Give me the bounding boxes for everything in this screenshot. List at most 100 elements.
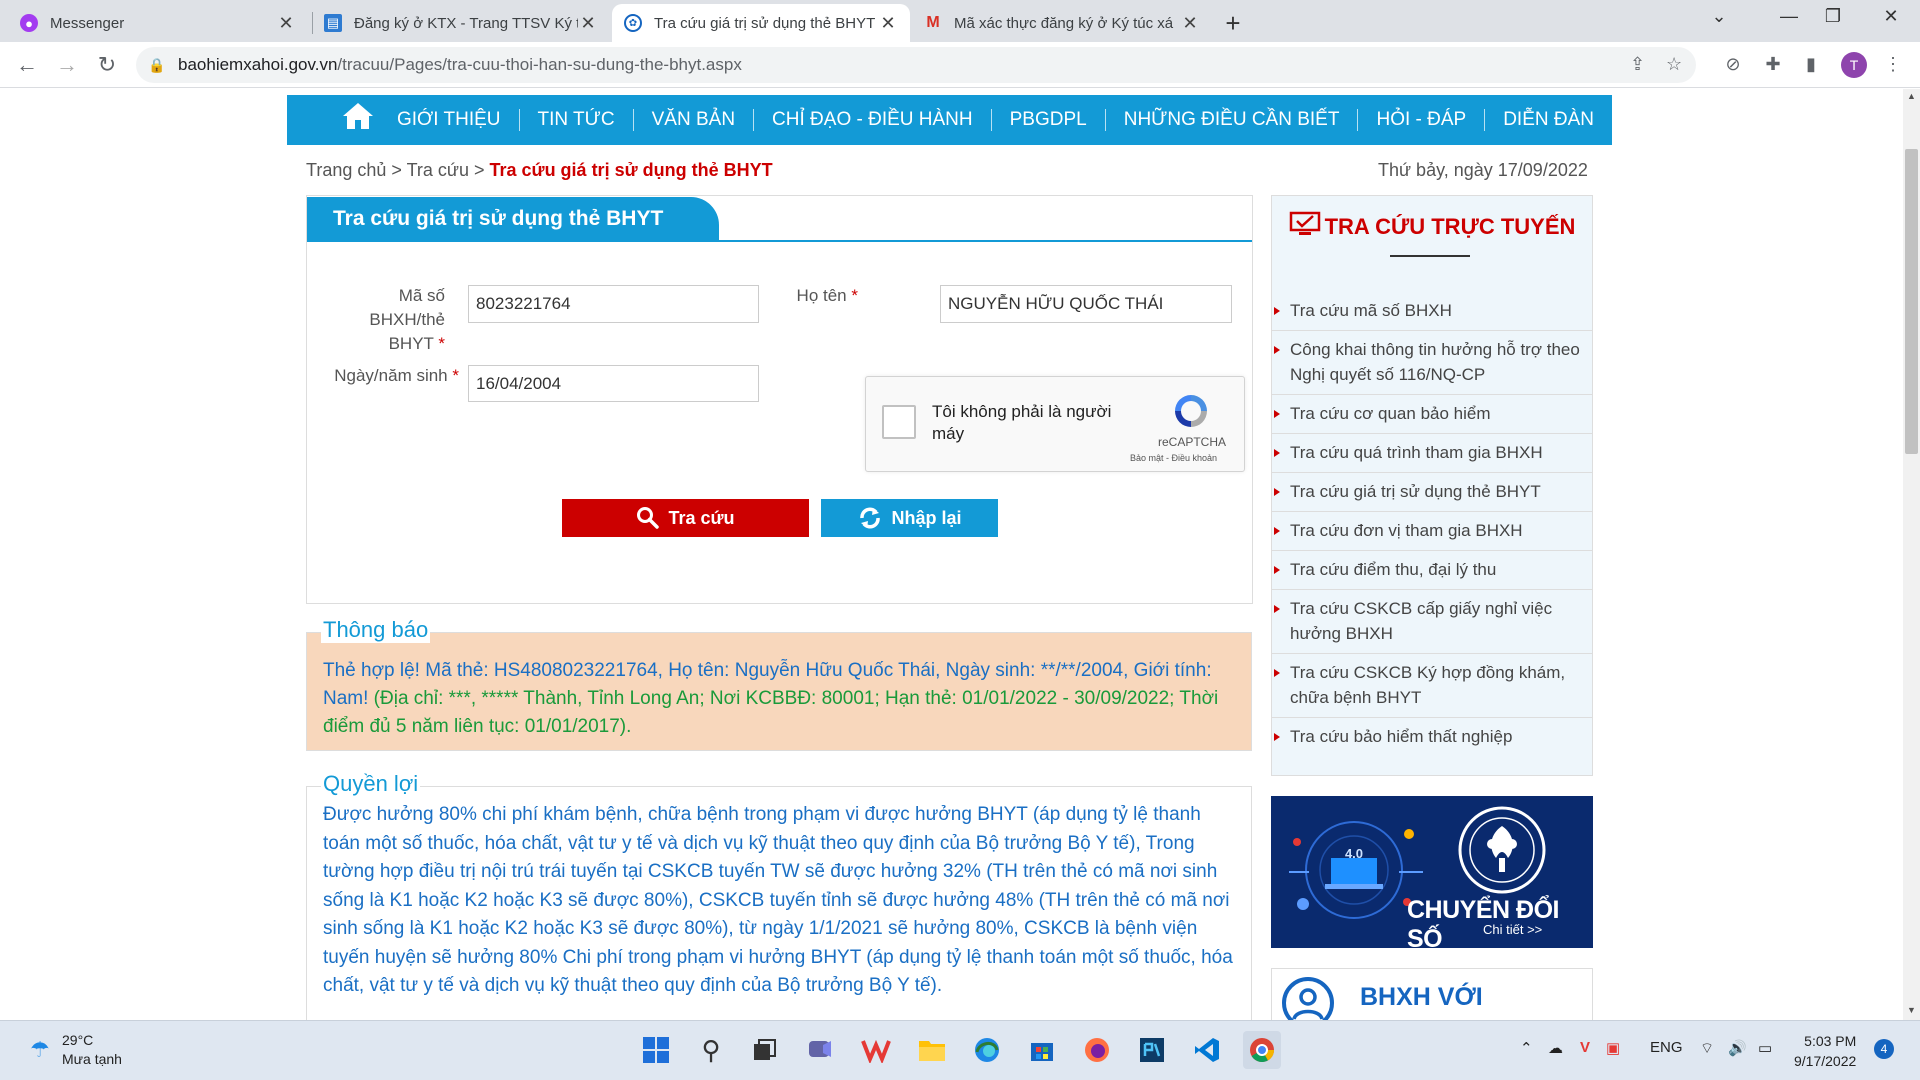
close-tab-icon[interactable]: ✕ [578,13,598,34]
onedrive-icon[interactable]: ☁ [1548,1039,1563,1057]
battery-icon[interactable]: ▭ [1758,1039,1772,1057]
edge-browser-icon[interactable] [968,1031,1006,1069]
clock-date: 9/17/2022 [1794,1053,1857,1069]
weather-widget[interactable]: ☂ 29°C Mưa tạnh [30,1031,122,1069]
bhxh-with-title: BHXH VỚI [1360,983,1483,1011]
reset-button[interactable]: Nhập lại [821,499,998,537]
nav-item-gioi-thieu[interactable]: GIỚI THIỆU [379,109,519,131]
sidebar-item-diem-thu[interactable]: Tra cứu điểm thu, đại lý thu [1272,551,1592,590]
vscode-icon[interactable] [1188,1031,1226,1069]
lookup-form-panel: Tra cứu giá trị sử dụng thẻ BHYT Mã số B… [306,195,1253,604]
close-tab-icon[interactable]: ✕ [878,13,898,34]
tray-overflow-icon[interactable]: ⌃ [1520,1039,1533,1057]
nav-item-hoi-dap[interactable]: HỎI - ĐÁP [1357,109,1484,131]
rain-icon: ☂ [30,1037,50,1062]
sidebar-item-cskcb-hop-dong[interactable]: Tra cứu CSKCB Ký hợp đồng khám, chữa bện… [1272,654,1592,718]
bhxh-id-input[interactable]: 8023221764 [468,285,759,323]
sidebar-item-ma-so-bhxh[interactable]: Tra cứu mã số BHXH [1272,292,1592,331]
rights-title: Quyền lợi [321,771,421,797]
breadcrumb-lookup[interactable]: Tra cứu > [407,160,485,180]
file-explorer-icon[interactable] [913,1031,951,1069]
sidebar-item-qua-trinh-tham-gia[interactable]: Tra cứu quá trình tham gia BHXH [1272,434,1592,473]
close-tab-icon[interactable]: ✕ [1180,13,1200,34]
profile-avatar[interactable]: T [1841,52,1867,78]
teams-chat-icon[interactable] [802,1031,840,1069]
store-icon[interactable] [1023,1031,1061,1069]
scrollbar-thumb[interactable] [1905,149,1918,454]
tab-title: Messenger [50,14,125,32]
tab-messenger[interactable]: ● Messenger ✕ [8,4,308,42]
recaptcha-checkbox[interactable] [882,405,916,439]
breadcrumb-home[interactable]: Trang chủ > [306,160,402,180]
reload-button[interactable]: ↻ [92,50,122,80]
tray-app-v-icon[interactable]: V [1580,1039,1590,1056]
nav-item-van-ban[interactable]: VĂN BẢN [632,109,753,131]
new-tab-button[interactable]: + [1218,8,1248,39]
dob-input[interactable]: 16/04/2004 [468,365,759,402]
sidebar-item-cskcb-nghi-viec[interactable]: Tra cứu CSKCB cấp giấy nghỉ việc hưởng B… [1272,590,1592,654]
recaptcha-terms-link[interactable]: Bảo mật - Điều khoản [1130,453,1217,463]
site-favicon-icon: ▤ [324,14,342,32]
sidebar-item-co-quan-bao-hiem[interactable]: Tra cứu cơ quan bảo hiểm [1272,395,1592,434]
tab-title: Tra cứu giá trị sử dụng thẻ BHYT [654,14,876,32]
weather-temp: 29°C [62,1032,94,1048]
nav-item-nhung-dieu-can-biet[interactable]: NHỮNG ĐIỀU CẦN BIẾT [1104,109,1358,131]
sidebar-item-that-nghiep[interactable]: Tra cứu bảo hiểm thất nghiệp [1272,718,1592,756]
bookmark-star-icon[interactable]: ☆ [1666,54,1682,75]
sidebar-item-gia-tri-the-bhyt[interactable]: Tra cứu giá trị sử dụng thẻ BHYT [1272,473,1592,512]
wps-office-icon[interactable] [857,1031,895,1069]
menu-icon[interactable]: ⋮ [1880,54,1906,75]
search-icon [636,506,660,530]
full-name-input[interactable]: NGUYỄN HỮU QUỐC THÁI [940,285,1232,323]
banner-detail-link[interactable]: Chi tiết >> [1483,922,1542,937]
tray-app-icon[interactable]: ▣ [1606,1039,1620,1057]
language-indicator[interactable]: ENG [1650,1039,1683,1056]
system-clock[interactable]: 5:03 PM 9/17/2022 [1794,1031,1856,1071]
tab-bhyt-lookup[interactable]: ✿ Tra cứu giá trị sử dụng thẻ BHYT ✕ [612,4,910,42]
sidebar-item-don-vi-tham-gia[interactable]: Tra cứu đơn vị tham gia BHXH [1272,512,1592,551]
panel-title: Tra cứu giá trị sử dụng thẻ BHYT [307,197,719,240]
extensions-puzzle-icon[interactable]: ✚ [1760,54,1786,75]
start-button[interactable] [637,1031,675,1069]
breadcrumb-current: Tra cứu giá trị sử dụng thẻ BHYT [489,160,773,180]
nav-item-dien-dan[interactable]: DIỄN ĐÀN [1484,109,1612,131]
search-taskbar-icon[interactable]: ⚲ [692,1031,730,1069]
close-window-button[interactable]: ✕ [1876,6,1906,27]
scroll-up-icon[interactable]: ▲ [1903,91,1920,101]
terminal-app-icon[interactable] [1133,1031,1171,1069]
chrome-icon[interactable] [1243,1031,1281,1069]
restore-button[interactable]: ❐ [1818,6,1848,27]
nav-item-pbgdpl[interactable]: PBGDPL [990,109,1105,131]
messenger-icon: ● [20,14,38,32]
search-button[interactable]: Tra cứu [562,499,809,537]
scroll-down-icon[interactable]: ▼ [1903,1005,1920,1015]
main-navigation: GIỚI THIỆU TIN TỨC VĂN BẢN CHỈ ĐẠO - ĐIỀ… [287,95,1612,145]
sidebar-title: TRA CỨU TRỰC TUYẾN [1272,210,1592,244]
share-icon[interactable]: ⇪ [1630,54,1645,75]
digital-transformation-banner[interactable]: 4.0 CHUYỂN ĐỔI SỐ Chi tiết >> [1271,796,1593,948]
back-button[interactable]: ← [12,50,42,80]
forward-button[interactable]: → [52,50,82,80]
notification-badge[interactable]: 4 [1874,1039,1894,1059]
bhxh-with-box[interactable]: BHXH VỚI [1271,968,1593,1020]
refresh-icon [857,505,883,531]
firefox-icon[interactable] [1078,1031,1116,1069]
nav-item-chi-dao[interactable]: CHỈ ĐẠO - ĐIỀU HÀNH [753,109,991,131]
volume-icon[interactable]: 🔊 [1728,1039,1747,1057]
wifi-icon[interactable]: ⌔ [1700,1039,1714,1058]
extension-compass-icon[interactable]: ⊘ [1720,54,1746,75]
home-icon[interactable] [337,101,379,139]
address-bar[interactable]: 🔒 baohiemxahoi.gov.vn/tracuu/Pages/tra-c… [136,47,1696,83]
tab-ktx-register[interactable]: ▤ Đăng ký ở KTX - Trang TTSV Ký túc ✕ [312,4,610,42]
gmail-icon: M [926,14,940,31]
page-scrollbar[interactable]: ▲ ▼ [1903,89,1920,1020]
task-view-icon[interactable] [746,1031,784,1069]
minimize-button[interactable]: — [1774,6,1804,27]
tab-search-icon[interactable]: ⌄ [1704,6,1734,27]
close-tab-icon[interactable]: ✕ [276,13,296,34]
nav-item-tin-tuc[interactable]: TIN TỨC [518,109,633,131]
clock-time: 5:03 PM [1804,1033,1857,1049]
side-panel-icon[interactable]: ▮ [1798,54,1824,75]
sidebar-item-cong-khai-116[interactable]: Công khai thông tin hưởng hỗ trợ theo Ng… [1272,331,1592,395]
tab-gmail-code[interactable]: M Mã xác thực đăng ký ở Ký túc xá ✕ [912,4,1212,42]
